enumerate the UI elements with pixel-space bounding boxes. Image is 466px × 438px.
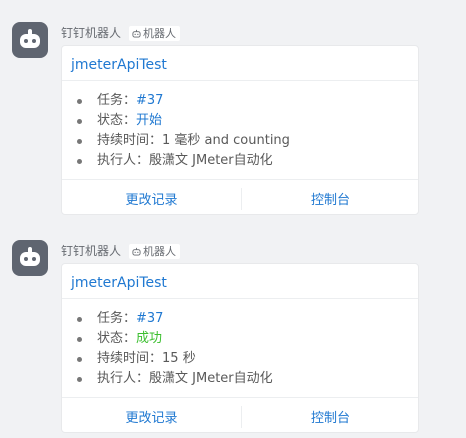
detail-executor-label: 执行人：	[97, 371, 150, 386]
change-log-button[interactable]: 更改记录	[62, 180, 241, 214]
bullet-icon	[77, 159, 82, 164]
build-details-list: 任务：#37 状态：开始 持续时间：1 毫秒 and counting 执行人：…	[77, 91, 407, 171]
build-details-list: 任务：#37 状态：成功 持续时间：15 秒 执行人：殷潇文 JMeter自动化	[77, 309, 407, 389]
bullet-icon	[77, 337, 82, 342]
duration-value: 15 秒	[162, 351, 196, 366]
detail-status-label: 状态：	[97, 113, 137, 128]
build-notification-card: jmeterApiTest 任务：#37 状态：成功 持续时间：15 秒 执行人…	[61, 263, 419, 433]
robot-right-eye-icon	[32, 39, 36, 43]
bullet-icon	[77, 357, 82, 362]
detail-status-row: 状态：成功	[77, 329, 407, 349]
detail-task-label: 任务：	[97, 311, 137, 326]
task-number-link[interactable]: #37	[136, 93, 163, 108]
status-value-start: 开始	[136, 113, 163, 128]
robot-badge: 机器人	[129, 243, 181, 259]
message-sender-line: 钉钉机器人 机器人	[61, 24, 181, 42]
executor-value: 殷潇文 JMeter自动化	[149, 153, 273, 168]
robot-avatar-icon	[20, 34, 40, 48]
bullet-icon	[77, 317, 82, 322]
card-title-divider	[62, 80, 418, 81]
detail-duration-label: 持续时间：	[97, 133, 163, 148]
detail-duration-row: 持续时间：15 秒	[77, 349, 407, 369]
card-title-divider	[62, 298, 418, 299]
detail-status-row: 状态：开始	[77, 111, 407, 131]
detail-task-row: 任务：#37	[77, 309, 407, 329]
sender-name: 钉钉机器人	[61, 244, 122, 258]
message-sender-line: 钉钉机器人 机器人	[61, 242, 181, 260]
robot-avatar	[12, 22, 48, 58]
sender-name: 钉钉机器人	[61, 26, 122, 40]
console-button[interactable]: 控制台	[241, 180, 418, 214]
change-log-button[interactable]: 更改记录	[62, 398, 241, 432]
card-title-link[interactable]: jmeterApiTest	[71, 273, 167, 293]
bullet-icon	[77, 99, 82, 104]
detail-status-label: 状态：	[97, 331, 137, 346]
robot-avatar	[12, 240, 48, 276]
detail-task-label: 任务：	[97, 93, 137, 108]
robot-right-eye-icon	[32, 257, 36, 261]
detail-duration-label: 持续时间：	[97, 351, 163, 366]
build-notification-card: jmeterApiTest 任务：#37 状态：开始 持续时间：1 毫秒 and…	[61, 45, 419, 215]
detail-executor-row: 执行人：殷潇文 JMeter自动化	[77, 151, 407, 171]
robot-badge: 机器人	[129, 25, 181, 41]
robot-left-eye-icon	[24, 257, 28, 261]
executor-value: 殷潇文 JMeter自动化	[149, 371, 273, 386]
duration-value: 1 毫秒 and counting	[162, 133, 290, 148]
robot-badge-icon	[132, 29, 141, 38]
bullet-icon	[77, 119, 82, 124]
detail-executor-label: 执行人：	[97, 153, 150, 168]
bullet-icon	[77, 139, 82, 144]
robot-badge-label: 机器人	[143, 26, 177, 40]
status-value-success: 成功	[136, 331, 163, 346]
robot-badge-label: 机器人	[143, 244, 177, 258]
card-title-link[interactable]: jmeterApiTest	[71, 55, 167, 75]
robot-left-eye-icon	[24, 39, 28, 43]
bullet-icon	[77, 377, 82, 382]
detail-duration-row: 持续时间：1 毫秒 and counting	[77, 131, 407, 151]
robot-avatar-icon	[20, 252, 40, 266]
task-number-link[interactable]: #37	[136, 311, 163, 326]
detail-executor-row: 执行人：殷潇文 JMeter自动化	[77, 369, 407, 389]
detail-task-row: 任务：#37	[77, 91, 407, 111]
console-button[interactable]: 控制台	[241, 398, 418, 432]
robot-badge-icon	[132, 247, 141, 256]
